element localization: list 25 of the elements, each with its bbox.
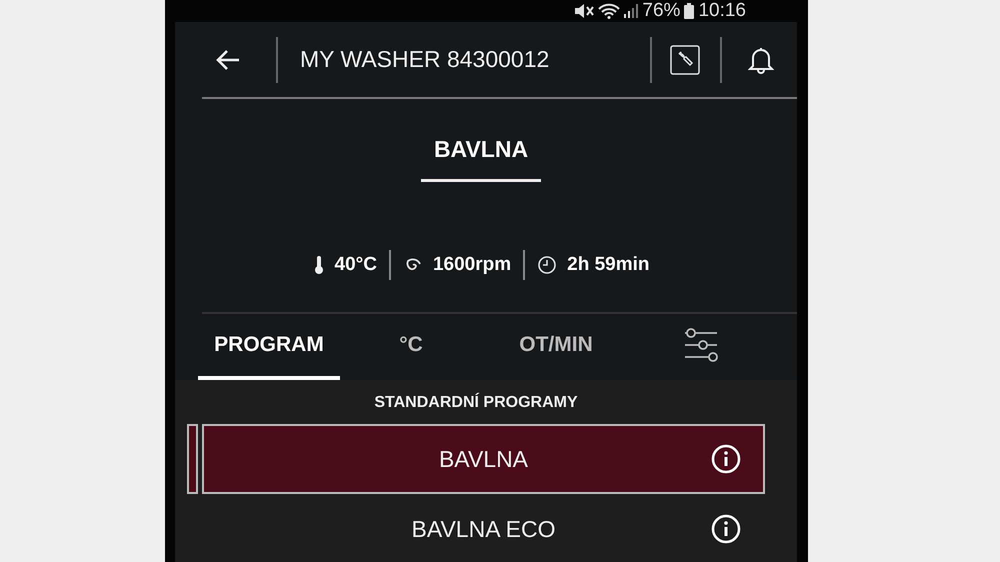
setting-value: 40°C	[334, 254, 377, 276]
clock-icon	[537, 255, 558, 275]
clock: 10:16	[698, 0, 746, 22]
tab[interactable]: OT/MIN	[482, 314, 630, 380]
mute-icon	[574, 3, 594, 19]
info-icon[interactable]	[711, 444, 741, 474]
section-heading: STANDARDNÍ PROGRAMY	[373, 394, 579, 412]
wifi-icon	[598, 3, 620, 19]
back-arrow-icon[interactable]	[215, 48, 241, 70]
device-title: MY WASHER 84300012	[300, 46, 550, 73]
program-name: BAVLNA	[434, 136, 528, 163]
program-item[interactable]: BAVLNA ECO	[202, 494, 765, 562]
battery-icon	[684, 3, 694, 19]
sliders-icon	[683, 327, 719, 363]
battery-percent: 76%	[642, 0, 680, 22]
selection-marker	[187, 424, 198, 494]
info-icon[interactable]	[711, 514, 741, 544]
wrench-icon[interactable]	[670, 44, 700, 74]
program-item[interactable]: BAVLNA	[202, 424, 765, 494]
setting-value: 2h 59min	[567, 254, 650, 276]
bell-icon[interactable]	[748, 46, 774, 74]
tab[interactable]: °C	[340, 314, 482, 380]
setting-value: 1600rpm	[432, 254, 512, 276]
thermometer-icon	[312, 255, 324, 275]
signal-icon	[624, 3, 638, 19]
